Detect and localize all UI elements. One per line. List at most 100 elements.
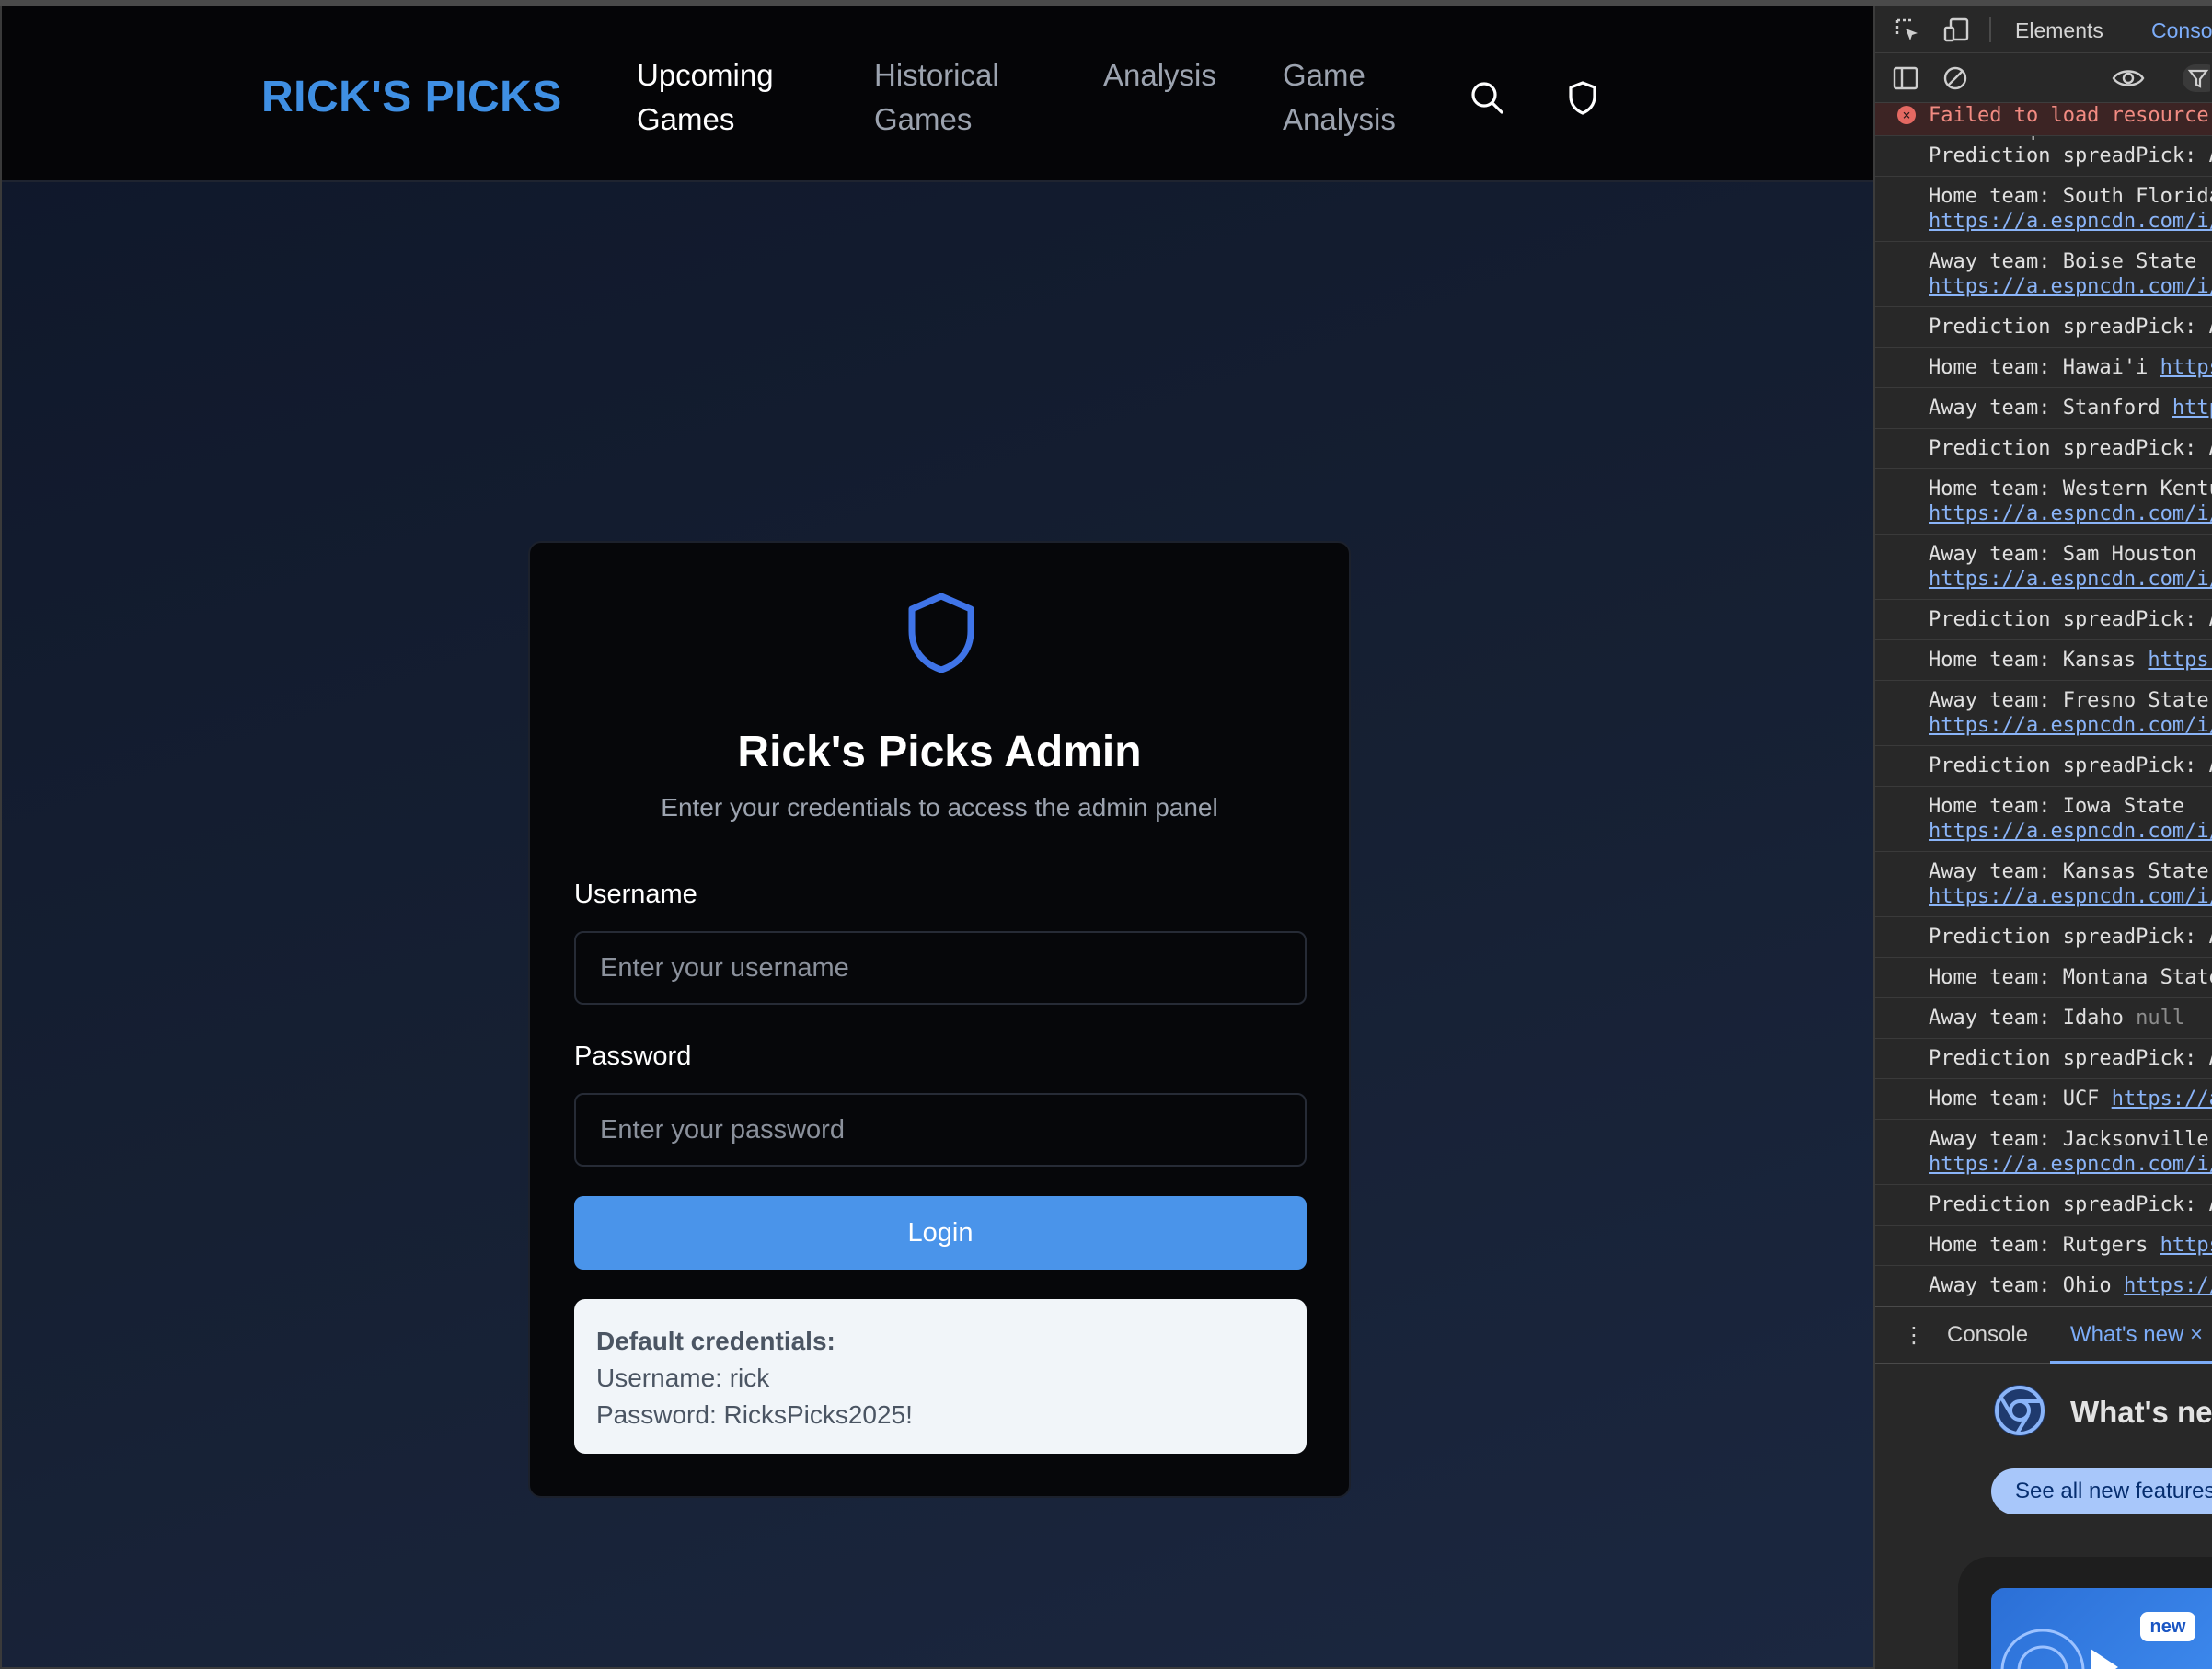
login-subtitle: Enter your credentials to access the adm… [661,793,1218,822]
new-badge: new [2140,1612,2195,1641]
log-link[interactable]: https://a [2112,1088,2212,1111]
log-text: Home team: Kansas [1929,649,2137,672]
console-log-line: Home team: Rutgers https: [1875,1226,2212,1266]
log-text: Prediction spreadPick: A [1929,754,2212,777]
log-text: Away team: Idaho [1929,1007,2124,1030]
devtools-tab-bar: Elements Console [1875,6,2212,53]
nav-analysis-line1: Analysis [1103,58,1216,92]
drawer-tab-whats-new[interactable]: What's new × [2070,1322,2203,1348]
more-options-icon[interactable]: ⋮ [1903,1322,1925,1349]
tab-console[interactable]: Console [2151,18,2212,43]
shield-icon[interactable] [1564,79,1601,116]
log-link[interactable]: https: [2160,1234,2212,1257]
console-log-line: Prediction spreadPick: A [1875,1185,2212,1226]
console-log-line: Home team: Montana State [1875,958,2212,998]
see-all-features-button[interactable]: See all new features [1991,1468,2212,1514]
nav-analysis[interactable]: Analysis [1103,53,1287,98]
whats-new-title: What's new [2070,1395,2212,1429]
log-link[interactable]: http [2172,397,2212,420]
nav-upcoming-games[interactable]: Upcoming Games [637,53,821,142]
drawer-tab-console[interactable]: Console [1947,1322,2028,1348]
eye-icon[interactable] [2111,64,2146,92]
nav-historical-games-line2: Games [874,102,973,136]
log-text: Prediction spreadPick: A [1929,144,2212,167]
log-text: Failed to load resource: [1929,104,2212,127]
console-log-line: Prediction spreadPick: A [1875,917,2212,958]
tab-elements[interactable]: Elements [2015,18,2103,43]
log-text: Home team: Rutgers [1929,1234,2149,1257]
drawer-tab-bar: ⋮ Console What's new × [1875,1306,2212,1364]
log-text: Home team: UCF [1929,1088,2100,1111]
login-card: Rick's Picks Admin Enter your credential… [528,541,1351,1498]
sidebar-toggle-icon[interactable] [1892,64,1919,92]
console-log-line: Away team: Boise State https://a.espncdn.… [1875,242,2212,307]
password-label: Password [574,1042,692,1071]
promo-image[interactable]: new [1991,1588,2212,1669]
console-log-line: Home team: Western Kentu https://a.espncd… [1875,469,2212,535]
log-link[interactable]: https: [2148,649,2212,672]
console-log-line: Prediction spreadPick: A [1875,429,2212,469]
log-null-value: null [2136,1007,2185,1030]
log-text: Away team: Kansas State [1929,860,2209,883]
log-link[interactable]: https://a.espncdn.com/i/ [1929,714,2212,737]
log-text: Home team: South Florida [1929,185,2212,208]
inspect-element-icon[interactable] [1894,17,1921,44]
console-log-line: Prediction spreadPick: A [1875,307,2212,348]
log-text: Home team: Montana State [1929,966,2212,989]
log-link[interactable]: https://a.espncdn.com/i/ [1929,885,2212,908]
credentials-title: Default credentials: [596,1327,835,1355]
log-link[interactable]: https://a.espncdn.com/i/ [1929,1153,2212,1176]
username-input[interactable] [574,931,1307,1005]
website-viewport: RICK'S PICKS Upcoming Games Historical G… [0,6,1873,1669]
username-label: Username [574,880,697,909]
nav-historical-games[interactable]: Historical Games [874,53,1058,142]
console-log-line: Prediction spreadPick: A [1875,600,2212,640]
console-error-line: × Failed to load resource: [1875,103,2212,136]
password-input[interactable] [574,1093,1307,1167]
login-title: Rick's Picks Admin [737,728,1142,777]
log-link[interactable]: https://a.espncdn.com/i/ [1929,210,2212,233]
log-link[interactable]: https://a.espncdn.com/i/ [1929,275,2212,298]
console-log-line: Prediction spreadPick: A [1875,746,2212,787]
log-text: Away team: Ohio [1929,1274,2112,1297]
log-link[interactable]: https://a.espncdn.com/i/ [1929,568,2212,591]
active-tab-indicator [2050,1361,2212,1364]
log-text: Home team: Western Kentu [1929,478,2212,501]
console-log-line: Away team: Kansas State https://a.espncdn… [1875,852,2212,917]
nav-historical-games-line1: Historical [874,58,999,92]
console-log-line: Home team: UCF https://a [1875,1079,2212,1120]
console-log-line: Home team: Hawai'i https: [1875,348,2212,388]
nav-upcoming-games-line2: Games [637,102,735,136]
search-icon[interactable] [1469,79,1505,116]
log-link[interactable]: https://a.espncdn.com/i/ [1929,502,2212,525]
brand-logo[interactable]: RICK'S PICKS [261,72,562,122]
shield-icon [908,593,974,673]
console-log-line: Away team: Stanford http [1875,388,2212,429]
login-button[interactable]: Login [574,1196,1307,1270]
navbar: RICK'S PICKS Upcoming Games Historical G… [2,6,1873,182]
filter-icon[interactable] [2183,64,2210,92]
console-log-line: Away team: Fresno State https://a.espncdn… [1875,681,2212,746]
log-text: Prediction spreadPick: A [1929,437,2212,460]
error-icon: × [1897,106,1916,124]
log-text: Away team: Fresno State [1929,689,2209,712]
log-text: Prediction spreadPick: A [1929,1047,2212,1070]
log-link[interactable]: https://a.espncdn.com/i/ [1929,820,2212,843]
log-text: Away team: Stanford [1929,397,2160,420]
log-text: Prediction spreadPick: A [1929,926,2212,949]
log-text: Home team: Iowa State [1929,795,2185,818]
console-log-line: Home team: South Florida https://a.espncd… [1875,177,2212,242]
devtools-panel: Elements Console top ▾ × Failed to load r… [1873,6,2212,1669]
log-link[interactable]: https:// [2124,1274,2212,1297]
log-text: Prediction spreadPick: A [1929,608,2212,631]
log-link[interactable]: https: [2160,356,2212,379]
nav-game-analysis[interactable]: Game Analysis [1283,53,1467,142]
clear-console-icon[interactable] [1941,64,1969,92]
log-text: Home team: Hawai'i [1929,356,2149,379]
device-toolbar-icon[interactable] [1943,17,1971,44]
nav-game-analysis-line1: Game [1283,58,1365,92]
nav-upcoming-games-line1: Upcoming [637,58,774,92]
console-log-line: Home team: Iowa State https://a.espncdn.c… [1875,787,2212,852]
credentials-password: Password: RicksPicks2025! [596,1400,913,1429]
chrome-logo-icon [1994,1385,2045,1436]
